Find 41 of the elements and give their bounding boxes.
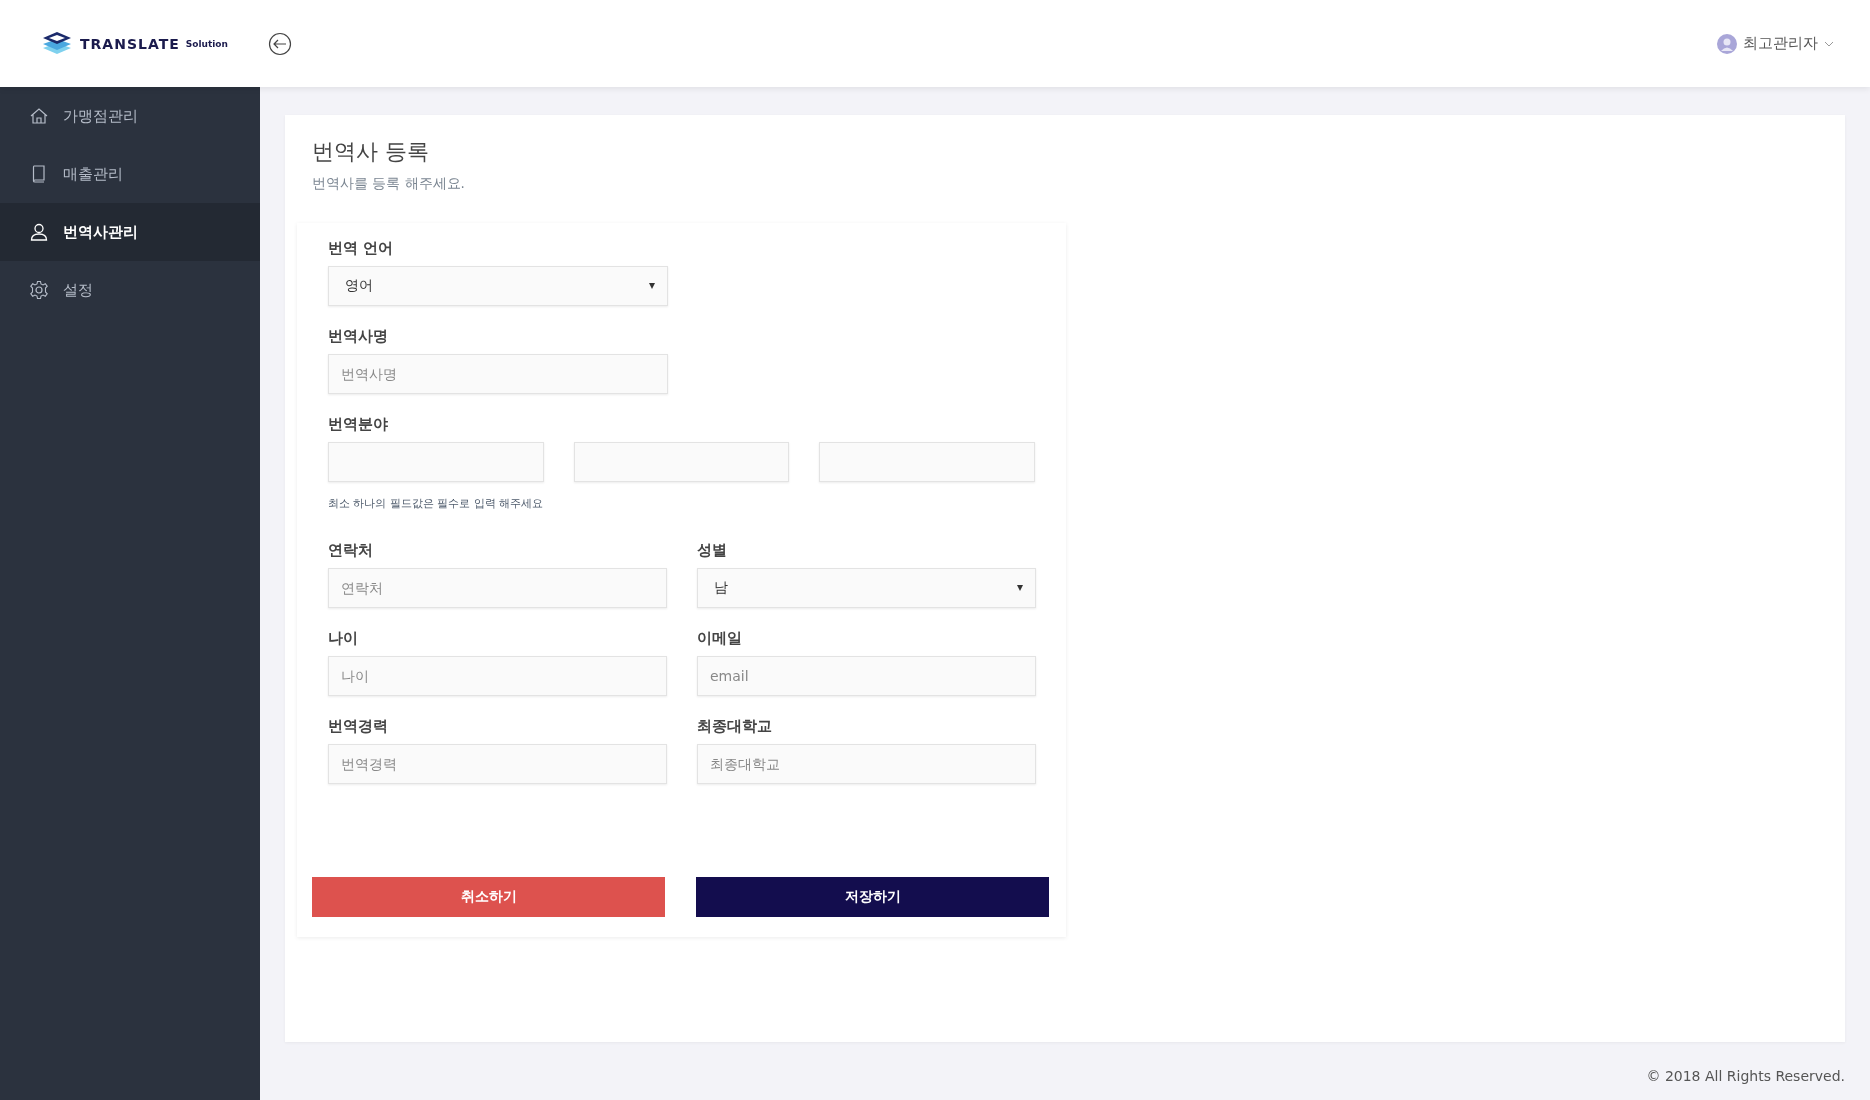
settings-icon (29, 280, 49, 300)
avatar-icon (1717, 33, 1737, 54)
copyright-text: © 2018 All Rights Reserved. (1646, 1068, 1845, 1084)
page-subtitle: 번역사를 등록 해주세요. (312, 175, 466, 193)
user-icon (29, 222, 49, 242)
field-label: 연락처 (328, 541, 374, 560)
caret-icon (649, 283, 655, 289)
input-field[interactable] (573, 442, 790, 482)
hint-text: 최소 하나의 필드값은 필수로 입력 해주세요 (328, 496, 545, 511)
input-field[interactable] (819, 442, 1035, 482)
field-label: 이메일 (697, 629, 743, 648)
field-label: 번역사명 (328, 327, 389, 346)
field-label: 성별 (697, 541, 728, 560)
input-field[interactable]: email (697, 656, 1036, 696)
input-field[interactable] (328, 442, 544, 482)
user-name[interactable]: 최고관리자 (1743, 34, 1818, 53)
logo-subtext: Solution (185, 38, 228, 49)
field-label: 번역 언어 (328, 239, 395, 258)
dropdown-field[interactable]: 남 (697, 568, 1036, 608)
input-field[interactable]: 번역경력 (328, 744, 667, 784)
dropdown-field[interactable]: 영어 (328, 266, 668, 306)
caret-icon (1017, 585, 1023, 591)
sidebar-item[interactable]: 번역사관리 (0, 203, 260, 261)
cancel-button[interactable]: 취소하기 (312, 877, 665, 917)
stacked-layers-logo-icon (42, 30, 72, 57)
logo-text: TRANSLATE (80, 35, 180, 52)
input-field[interactable]: 연락처 (328, 568, 667, 608)
input-field[interactable]: 번역사명 (328, 354, 668, 394)
page-title: 번역사 등록 (312, 138, 430, 166)
sidebar-item[interactable]: 매출관리 (0, 145, 260, 203)
save-button[interactable]: 저장하기 (696, 877, 1049, 917)
field-label: 번역분야 (328, 415, 389, 434)
input-field[interactable]: 나이 (328, 656, 667, 696)
home-icon (29, 106, 49, 126)
chevron-down-icon[interactable] (1824, 40, 1834, 47)
sidebar-item[interactable]: 가맹점관리 (0, 87, 260, 145)
field-label: 나이 (328, 629, 359, 648)
sidebar-item[interactable]: 설정 (0, 261, 260, 319)
field-label: 최종대학교 (697, 717, 773, 736)
input-field[interactable]: 최종대학교 (697, 744, 1036, 784)
field-label: 번역경력 (328, 717, 389, 736)
